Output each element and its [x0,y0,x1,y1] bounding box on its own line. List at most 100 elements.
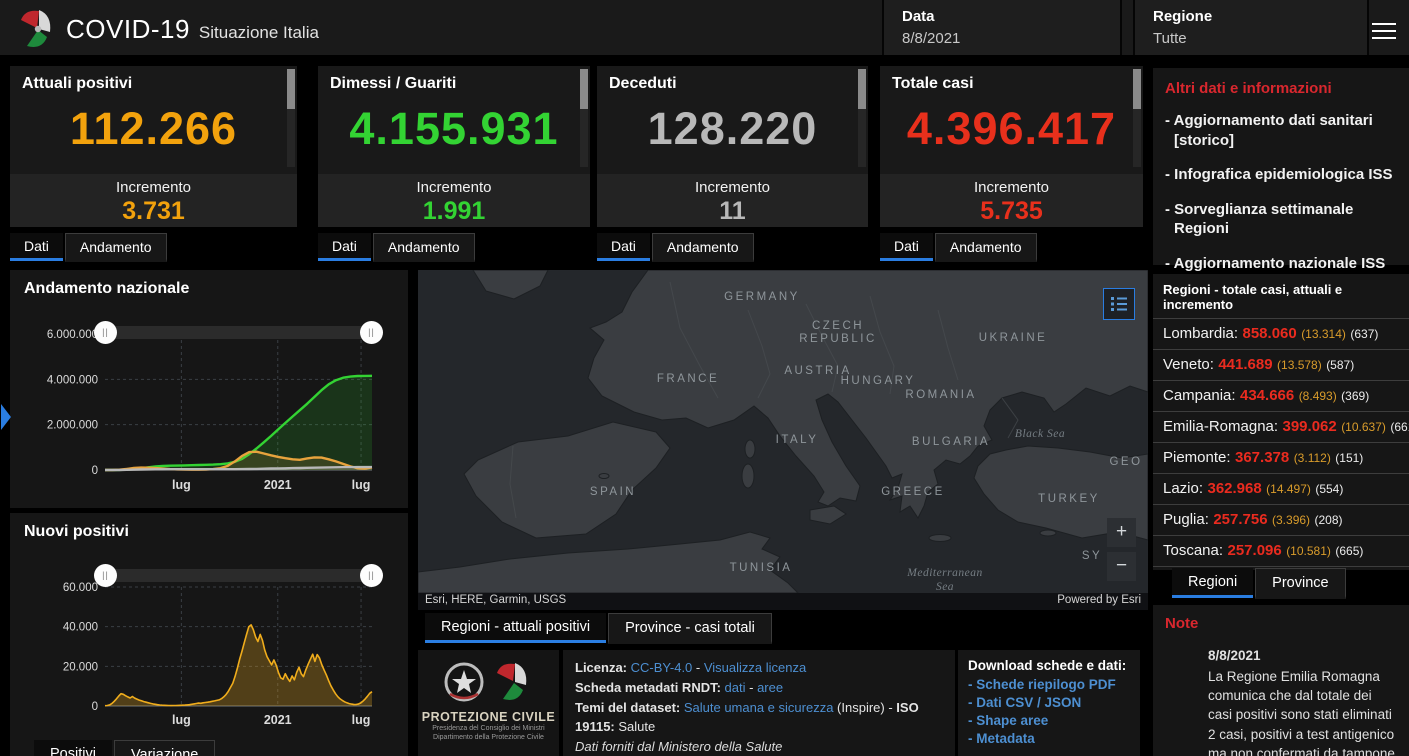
tab-dati[interactable]: Dati [880,233,933,261]
footer-link[interactable]: aree [757,680,783,695]
region-row[interactable]: Veneto: 441.689 (13.578) (587) [1153,349,1409,380]
nuovi-positivi-tabs: PositiviVariazione [34,740,217,756]
download-link[interactable]: - Dati CSV / JSON [968,695,1130,710]
svg-text:4.000.000: 4.000.000 [47,374,98,386]
region-row[interactable]: Campania: 434.666 (8.493) (369) [1153,380,1409,411]
svg-text:lug: lug [352,713,371,727]
region-row[interactable]: Toscana: 257.096 (10.581) (665) [1153,535,1409,566]
region-row[interactable]: Piemonte: 367.378 (3.112) (151) [1153,442,1409,473]
slider-handle-left[interactable]: || [94,321,117,344]
info-link[interactable]: - Infografica epidemiologica ISS [1165,165,1397,185]
tab-dati[interactable]: Dati [10,233,63,261]
slider-handle-left[interactable]: || [94,564,117,587]
andamento-nazionale-panel: Andamento nazionale 0 2.000.000 4.000.000 6… [10,270,408,508]
tab-province[interactable]: Province [1255,568,1345,599]
stat-card-title: Attuali positivi [10,66,297,93]
stat-card-value: 4.396.417 [880,103,1143,155]
hamburger-menu-icon[interactable] [1372,18,1398,40]
layer-list-button[interactable] [1103,288,1135,320]
download-link[interactable]: - Shape aree [968,713,1130,728]
footer-link[interactable]: CC-BY-4.0 [631,660,693,675]
map-zoom-controls: + − [1107,518,1136,586]
svg-text:2021: 2021 [264,713,292,727]
map-tabs: Regioni - attuali positiviProvince - cas… [425,613,774,644]
license-line: Scheda metadati RNDT: dati - aree [575,678,943,698]
info-link[interactable]: - Aggiornamento nazionale ISS [1165,254,1397,274]
region-row[interactable]: Emilia-Romagna: 399.062 (10.637) (661) [1153,411,1409,442]
time-range-slider[interactable] [105,569,372,582]
stat-card-title: Deceduti [597,66,868,93]
license-line: Temi del dataset: Salute umana e sicurez… [575,698,943,738]
increment-label: Incremento [880,179,1143,196]
increment-value: 1.991 [318,197,590,226]
stat-card: Deceduti 128.220 Incremento 11 DatiAndam… [597,66,868,263]
tab-positivi[interactable]: Positivi [34,740,112,756]
stat-card: Attuali positivi 112.266 Incremento 3.73… [10,66,297,263]
regions-province-tabs: RegioniProvince [1172,568,1348,599]
card-tabs: DatiAndamento [880,233,1039,262]
increment-label: Incremento [318,179,590,196]
footer-link[interactable]: Salute umana e sicurezza [684,700,834,715]
slider-handle-right[interactable]: || [360,564,383,587]
footer-link[interactable]: Visualizza licenza [704,660,806,675]
zoom-out-button[interactable]: − [1107,552,1136,581]
note-title: Note [1165,615,1399,632]
region-filter[interactable]: Regione Tutte [1133,0,1369,55]
info-link[interactable]: - Aggiornamento dati sanitari [storico] [1165,111,1397,150]
download-title: Download schede e dati: [968,658,1130,673]
region-row[interactable]: Puglia: 257.756 (3.396) (208) [1153,504,1409,535]
card-scrollbar[interactable] [580,69,588,167]
tab-regioni-attuali-positivi[interactable]: Regioni - attuali positivi [425,613,606,643]
stat-card: Dimessi / Guariti 4.155.931 Incremento 1… [318,66,590,263]
footer-logo-title: PROTEZIONE CIVILE [418,710,559,724]
tab-dati[interactable]: Dati [597,233,650,261]
tab-province-casi-totali[interactable]: Province - casi totali [608,613,772,644]
svg-text:lug: lug [172,713,191,727]
time-range-slider[interactable] [105,326,372,339]
andamento-chart-title: Andamento nazionale [24,280,189,298]
footer-link[interactable]: dati [725,680,746,695]
svg-text:0: 0 [92,465,98,477]
stat-card-title: Dimessi / Guariti [318,66,590,93]
stat-card-value: 4.155.931 [318,103,590,155]
region-row[interactable]: Lombardia: 858.060 (13.314) (637) [1153,318,1409,349]
tab-dati[interactable]: Dati [318,233,371,261]
download-link[interactable]: - Schede riepilogo PDF [968,677,1130,692]
map-attribution: Esri, HERE, Garmin, USGS Powered by Esri [418,593,1148,610]
card-scrollbar[interactable] [858,69,866,167]
license-line: Licenza: CC-BY-4.0 - Visualizza licenza [575,658,943,678]
europe-map[interactable]: + − GERMANYCZECHREPUBLICUKRAINEFRANCEAUS… [418,270,1148,610]
card-scrollbar[interactable] [287,69,295,167]
svg-text:lug: lug [172,478,191,492]
powered-by-esri: Powered by Esri [1057,594,1141,609]
date-filter-label: Data [902,8,1102,25]
expand-panel-arrow[interactable] [1,404,11,430]
tab-andamento[interactable]: Andamento [935,233,1037,262]
tab-andamento[interactable]: Andamento [65,233,167,262]
card-scrollbar[interactable] [1133,69,1141,167]
stat-card-value: 128.220 [597,103,868,155]
info-link[interactable]: - Sorveglianza settimanale Regioni [1165,200,1397,239]
license-info-block: Licenza: CC-BY-4.0 - Visualizza licenzaS… [563,650,955,756]
increment-value: 5.735 [880,197,1143,226]
region-filter-value: Tutte [1153,30,1349,47]
increment-label: Incremento [10,179,297,196]
tab-regioni[interactable]: Regioni [1172,568,1253,598]
tab-andamento[interactable]: Andamento [373,233,475,262]
zoom-in-button[interactable]: + [1107,518,1136,547]
region-row[interactable]: Lazio: 362.968 (14.497) (554) [1153,473,1409,504]
svg-text:0: 0 [92,701,98,713]
regions-list-title: Regioni - totale casi, attuali e increme… [1153,274,1409,318]
card-tabs: DatiAndamento [10,233,169,262]
date-filter[interactable]: Data 8/8/2021 [882,0,1122,55]
svg-text:6.000.000: 6.000.000 [47,329,98,341]
slider-handle-right[interactable]: || [360,321,383,344]
download-link[interactable]: - Metadata [968,731,1130,746]
other-data-panel: Altri dati e informazioni - Aggiornament… [1153,68,1409,265]
note-date: 8/8/2021 [1208,646,1395,665]
increment-label: Incremento [597,179,868,196]
footer-logo-block: PROTEZIONE CIVILE Presidenza del Consigl… [418,650,559,756]
tab-andamento[interactable]: Andamento [652,233,754,262]
svg-text:2.000.000: 2.000.000 [47,420,98,432]
tab-variazione[interactable]: Variazione [114,740,215,756]
